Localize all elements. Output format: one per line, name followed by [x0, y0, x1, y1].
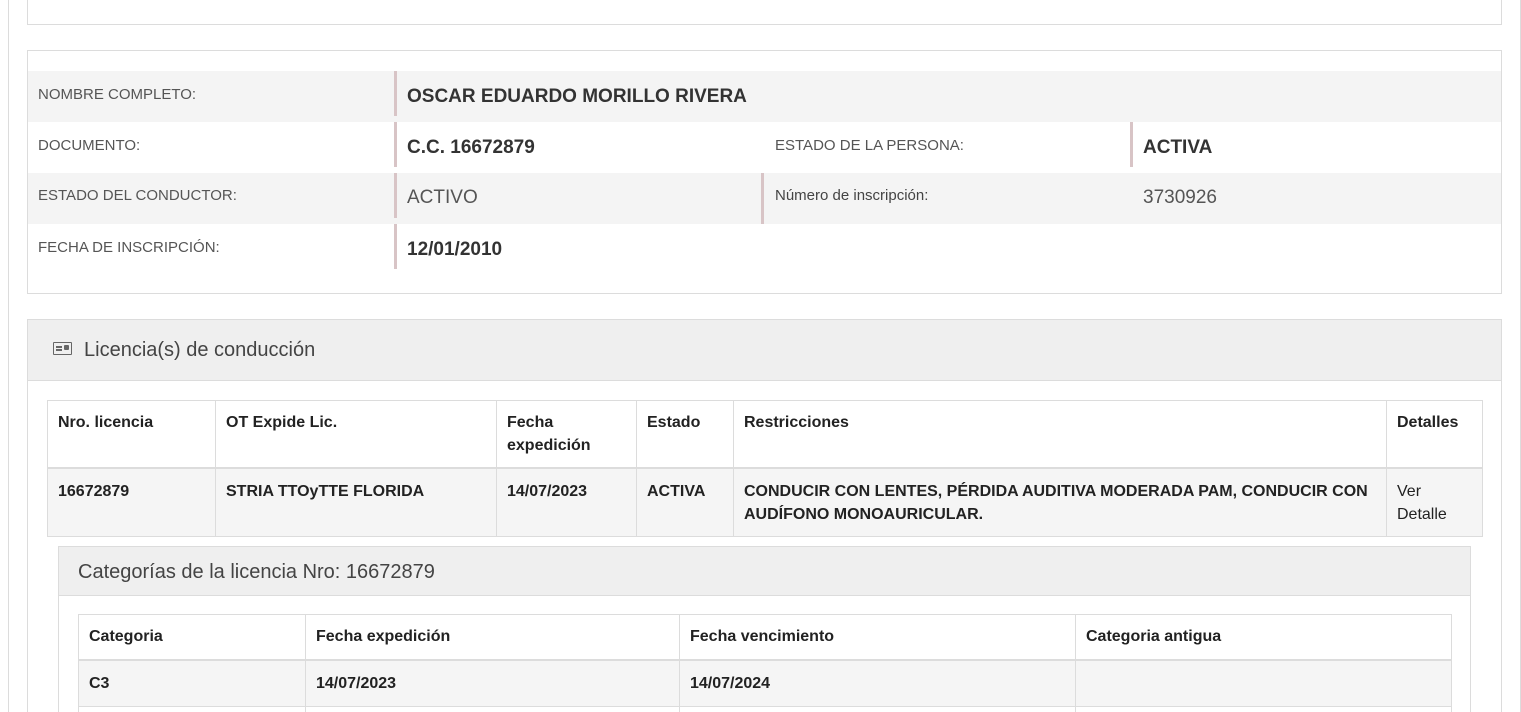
col-fecha-expedicion: Fecha expedición: [305, 614, 680, 661]
col-categoria: Categoria: [78, 614, 306, 661]
previous-panel: [27, 0, 1502, 25]
licenses-header: Licencia(s) de conducción: [28, 320, 1501, 381]
cell-categoria: C3: [78, 659, 306, 707]
cell-vencimiento: 14/07/2024: [679, 659, 1076, 707]
id-card-icon: [53, 342, 72, 355]
numero-inscripcion-value: 3730926: [1143, 187, 1217, 208]
estado-conductor-label: ESTADO DEL CONDUCTOR:: [38, 187, 237, 204]
fecha-inscripcion-value: 12/01/2010: [407, 239, 503, 260]
cell-expedicion: 14/07/2023: [305, 659, 680, 707]
divider: [394, 173, 397, 218]
col-fecha-expedicion: Fecha expedición: [496, 400, 637, 469]
table-row: [78, 705, 1452, 712]
cell-nro: 16672879: [47, 467, 216, 537]
cell-ot: STRIA TTOyTTE FLORIDA: [215, 467, 497, 537]
licenses-table: Nro. licencia OT Expide Lic. Fecha exped…: [47, 400, 1483, 537]
cell-antigua: [1075, 659, 1452, 707]
table-row[interactable]: 16672879 STRIA TTOyTTE FLORIDA 14/07/202…: [47, 467, 1483, 537]
row-estado-conductor: ESTADO DEL CONDUCTOR: ACTIVO Número de i…: [28, 173, 1501, 224]
col-categoria-antigua: Categoria antigua: [1075, 614, 1452, 661]
col-restricciones: Restricciones: [733, 400, 1387, 469]
col-estado: Estado: [636, 400, 734, 469]
estado-persona-label: ESTADO DE LA PERSONA:: [775, 137, 964, 154]
nombre-label: NOMBRE COMPLETO:: [38, 86, 197, 103]
row-documento: DOCUMENTO: C.C. 16672879 ESTADO DE LA PE…: [28, 122, 1501, 173]
categories-title: Categorías de la licencia Nro: 16672879: [78, 561, 435, 583]
estado-conductor-value: ACTIVO: [407, 187, 478, 208]
categories-table-header: Categoria Fecha expedición Fecha vencimi…: [78, 614, 1452, 661]
divider: [394, 224, 397, 269]
row-fecha-inscripcion: FECHA DE INSCRIPCIÓN: 12/01/2010: [28, 224, 1501, 275]
page-left-border: [8, 0, 9, 712]
cell-restricciones: CONDUCIR CON LENTES, PÉRDIDA AUDITIVA MO…: [733, 467, 1387, 537]
divider: [1130, 122, 1133, 167]
cell-estado: ACTIVA: [636, 467, 734, 537]
licenses-table-header: Nro. licencia OT Expide Lic. Fecha exped…: [47, 400, 1483, 469]
numero-inscripcion-label: Número de inscripción:: [775, 187, 929, 204]
licenses-title: Licencia(s) de conducción: [84, 339, 316, 361]
nombre-value: OSCAR EDUARDO MORILLO RIVERA: [407, 86, 747, 107]
person-info-panel: NOMBRE COMPLETO: OSCAR EDUARDO MORILLO R…: [27, 50, 1502, 294]
categories-header: Categorías de la licencia Nro: 16672879: [59, 547, 1470, 596]
documento-value: C.C. 16672879: [407, 137, 535, 158]
cell-fecha: 14/07/2023: [496, 467, 637, 537]
table-row: C3 14/07/2023 14/07/2024: [78, 659, 1452, 707]
empty-cell: [679, 705, 1076, 712]
empty-cell: [1075, 705, 1452, 712]
documento-label: DOCUMENTO:: [38, 137, 141, 154]
categories-table: Categoria Fecha expedición Fecha vencimi…: [78, 614, 1452, 712]
row-nombre: NOMBRE COMPLETO: OSCAR EDUARDO MORILLO R…: [28, 71, 1501, 122]
col-ot-expide: OT Expide Lic.: [215, 400, 497, 469]
ver-detalle-link[interactable]: Ver Detalle: [1386, 467, 1483, 537]
estado-persona-value: ACTIVA: [1143, 137, 1213, 158]
empty-cell: [305, 705, 680, 712]
divider: [394, 71, 397, 116]
empty-cell: [78, 705, 306, 712]
col-fecha-vencimiento: Fecha vencimiento: [679, 614, 1076, 661]
divider: [761, 173, 764, 224]
col-nro-licencia: Nro. licencia: [47, 400, 216, 469]
divider: [394, 122, 397, 167]
col-detalles: Detalles: [1386, 400, 1483, 469]
fecha-inscripcion-label: FECHA DE INSCRIPCIÓN:: [38, 239, 220, 256]
